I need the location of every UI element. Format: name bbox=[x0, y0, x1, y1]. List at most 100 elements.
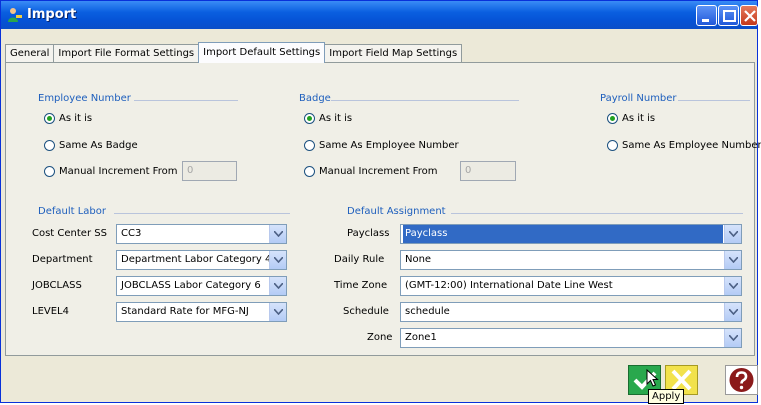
time-zone-label: Time Zone bbox=[334, 280, 388, 291]
radio-button[interactable] bbox=[44, 166, 55, 177]
divider bbox=[451, 213, 743, 214]
level4-label: LEVEL4 bbox=[32, 306, 69, 317]
default-assignment-group-title: Default Assignment bbox=[347, 206, 446, 217]
radio-button[interactable] bbox=[304, 166, 315, 177]
option-label: As it is bbox=[319, 113, 353, 124]
payroll-number-group-title: Payroll Number bbox=[600, 93, 677, 104]
payroll-number-option-as-it-is[interactable]: As it is bbox=[607, 113, 655, 124]
selected-value: JOBCLASS Labor Category 6 bbox=[121, 280, 261, 291]
tab-panel: Employee Number As it is Same As Badge M… bbox=[5, 62, 761, 356]
payroll-number-option-same-as-employee-number[interactable]: Same As Employee Number bbox=[607, 140, 761, 151]
tab-bar: General Import File Format Settings Impo… bbox=[5, 42, 463, 63]
divider bbox=[114, 213, 290, 214]
selected-value: Department Labor Category 4 bbox=[121, 254, 272, 265]
daily-rule-label: Daily Rule bbox=[334, 254, 385, 265]
close-button[interactable] bbox=[740, 5, 758, 26]
badge-group-title: Badge bbox=[299, 93, 331, 104]
radio-button[interactable] bbox=[44, 113, 55, 124]
option-label: As it is bbox=[59, 113, 93, 124]
dropdown-button[interactable] bbox=[269, 303, 286, 321]
radio-button[interactable] bbox=[44, 140, 55, 151]
jobclass-select[interactable]: JOBCLASS Labor Category 6 bbox=[116, 276, 287, 296]
department-select[interactable]: Department Labor Category 4 bbox=[116, 250, 287, 270]
window-title: Import bbox=[27, 7, 77, 22]
radio-button[interactable] bbox=[607, 140, 618, 151]
zone-select[interactable]: Zone1 bbox=[400, 328, 742, 348]
daily-rule-select[interactable]: None bbox=[400, 250, 742, 270]
selected-value: Zone1 bbox=[405, 332, 437, 343]
employee-number-group-title: Employee Number bbox=[38, 93, 131, 104]
selected-value: None bbox=[405, 254, 432, 265]
payclass-select[interactable]: Payclass bbox=[400, 224, 742, 244]
question-icon bbox=[729, 368, 754, 392]
import-window: Import General Import File Format Settin… bbox=[0, 0, 761, 404]
dropdown-button[interactable] bbox=[269, 251, 286, 269]
divider bbox=[331, 100, 519, 101]
badge-option-manual-increment[interactable]: Manual Increment From bbox=[304, 166, 437, 177]
department-label: Department bbox=[32, 254, 93, 265]
dropdown-button[interactable] bbox=[269, 225, 286, 243]
employee-number-option-as-it-is[interactable]: As it is bbox=[44, 113, 92, 124]
schedule-label: Schedule bbox=[343, 306, 389, 317]
maximize-button[interactable] bbox=[718, 5, 739, 26]
employee-number-option-same-as-badge[interactable]: Same As Badge bbox=[44, 140, 138, 151]
cost-center-label: Cost Center SS bbox=[32, 228, 107, 239]
option-label: Same As Employee Number bbox=[319, 140, 459, 151]
tab-import-default-settings[interactable]: Import Default Settings bbox=[198, 42, 326, 63]
dropdown-button[interactable] bbox=[269, 277, 286, 295]
jobclass-label: JOBCLASS bbox=[32, 280, 82, 291]
chevron-down-icon bbox=[729, 335, 738, 341]
payclass-label: Payclass bbox=[347, 228, 390, 239]
radio-button[interactable] bbox=[304, 140, 315, 151]
radio-button[interactable] bbox=[607, 113, 618, 124]
selected-value: (GMT-12:00) International Date Line West bbox=[405, 280, 613, 291]
import-app-icon bbox=[8, 8, 22, 22]
option-label: Manual Increment From bbox=[319, 166, 438, 177]
badge-option-same-as-employee-number[interactable]: Same As Employee Number bbox=[304, 140, 459, 151]
title-bar[interactable]: Import bbox=[1, 1, 758, 29]
divider bbox=[678, 100, 750, 101]
dropdown-button[interactable] bbox=[724, 329, 741, 347]
close-icon bbox=[744, 10, 756, 22]
chevron-down-icon bbox=[274, 283, 283, 289]
dropdown-button[interactable] bbox=[724, 225, 741, 243]
chevron-down-icon bbox=[274, 257, 283, 263]
radio-button[interactable] bbox=[304, 113, 315, 124]
chevron-down-icon bbox=[729, 257, 738, 263]
chevron-down-icon bbox=[274, 309, 283, 315]
maximize-icon bbox=[723, 10, 736, 22]
employee-number-increment-field[interactable]: 0 bbox=[182, 161, 237, 181]
badge-increment-field[interactable]: 0 bbox=[460, 161, 516, 181]
cost-center-select[interactable]: CC3 bbox=[116, 224, 287, 244]
selected-value: schedule bbox=[405, 306, 450, 317]
apply-tooltip: Apply bbox=[648, 389, 685, 404]
chevron-down-icon bbox=[729, 309, 738, 315]
dropdown-button[interactable] bbox=[724, 251, 741, 269]
chevron-down-icon bbox=[729, 283, 738, 289]
mouse-cursor-icon bbox=[646, 369, 659, 387]
option-label: Manual Increment From bbox=[59, 166, 178, 177]
option-label: As it is bbox=[622, 113, 656, 124]
level4-select[interactable]: Standard Rate for MFG-NJ bbox=[116, 302, 287, 322]
option-label: Same As Badge bbox=[59, 140, 138, 151]
minimize-button[interactable] bbox=[696, 5, 717, 26]
default-labor-group-title: Default Labor bbox=[38, 206, 106, 217]
schedule-select[interactable]: schedule bbox=[400, 302, 742, 322]
divider bbox=[134, 100, 238, 101]
chevron-down-icon bbox=[729, 231, 738, 237]
minimize-icon bbox=[702, 19, 709, 22]
tab-import-file-format-settings[interactable]: Import File Format Settings bbox=[53, 44, 200, 62]
selected-value: Standard Rate for MFG-NJ bbox=[121, 306, 249, 317]
tab-general[interactable]: General bbox=[5, 44, 55, 62]
help-button[interactable] bbox=[725, 365, 758, 395]
dropdown-button[interactable] bbox=[724, 303, 741, 321]
dropdown-button[interactable] bbox=[724, 277, 741, 295]
time-zone-select[interactable]: (GMT-12:00) International Date Line West bbox=[400, 276, 742, 296]
badge-option-as-it-is[interactable]: As it is bbox=[304, 113, 352, 124]
zone-label: Zone bbox=[367, 332, 393, 343]
selected-value: Payclass bbox=[403, 225, 723, 243]
employee-number-option-manual-increment[interactable]: Manual Increment From bbox=[44, 166, 177, 177]
chevron-down-icon bbox=[274, 231, 283, 237]
tab-import-field-map-settings[interactable]: Import Field Map Settings bbox=[324, 44, 463, 62]
option-label: Same As Employee Number bbox=[622, 140, 761, 151]
